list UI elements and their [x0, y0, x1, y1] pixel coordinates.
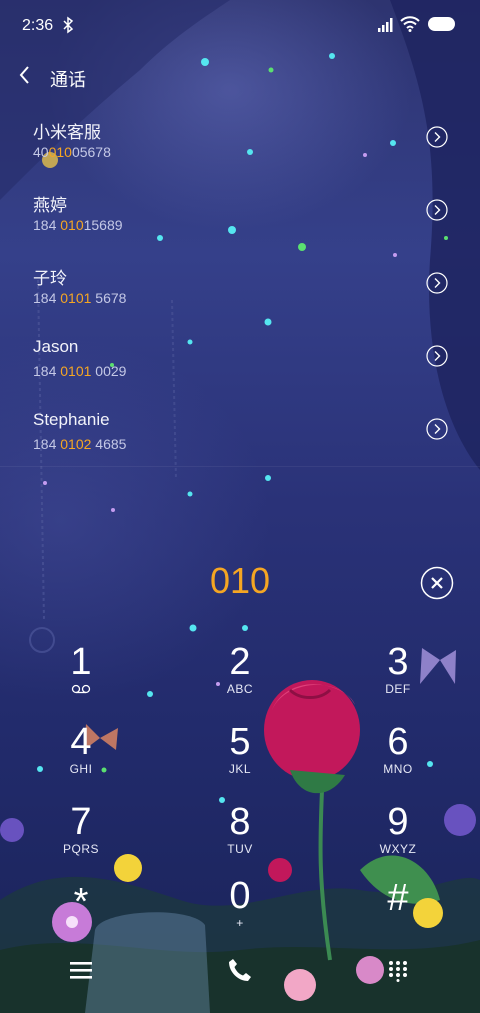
key-9[interactable]: 9 WXYZ — [343, 802, 453, 872]
key-digit: 7 — [70, 801, 92, 843]
chevron-right-circle-icon[interactable] — [426, 126, 448, 148]
key-2[interactable]: 2 ABC — [185, 642, 295, 712]
list-item[interactable]: 燕婷 184 01015689 — [0, 177, 480, 247]
key-digit: 9 — [387, 801, 409, 843]
contact-number: 4001005678 — [33, 144, 111, 160]
bluetooth-icon — [63, 16, 74, 34]
contact-number: 184 0101 0029 — [33, 363, 127, 379]
key-digit: 6 — [387, 721, 409, 763]
key-digit: 8 — [229, 801, 251, 843]
contact-number: 184 0102 4685 — [33, 436, 127, 452]
key-letters: MNO — [383, 762, 413, 776]
key-4[interactable]: 4 GHI — [26, 722, 136, 792]
key-hash[interactable]: # — [343, 878, 453, 948]
contact-name: 子玲 — [33, 269, 67, 288]
list-divider — [0, 466, 480, 467]
chevron-right-circle-icon[interactable] — [426, 418, 448, 440]
key-letters: DEF — [385, 682, 411, 696]
key-letters: + — [236, 916, 244, 930]
phone-icon[interactable] — [226, 956, 254, 984]
key-digit: 3 — [387, 641, 409, 683]
list-item[interactable]: Jason 184 0101 0029 — [0, 323, 480, 393]
contact-name: Stephanie — [33, 410, 110, 429]
back-arrow-icon[interactable] — [16, 64, 34, 86]
key-digit: 4 — [70, 721, 92, 763]
chevron-right-circle-icon[interactable] — [426, 199, 448, 221]
key-6[interactable]: 6 MNO — [343, 722, 453, 792]
chevron-right-circle-icon[interactable] — [426, 272, 448, 294]
contact-name: 小米客服 — [33, 123, 101, 142]
key-0[interactable]: 0 + — [185, 876, 295, 946]
key-digit: 1 — [70, 641, 92, 683]
key-8[interactable]: 8 TUV — [185, 802, 295, 872]
dial-input[interactable]: 010 — [140, 560, 340, 602]
key-digit: 0 — [229, 875, 251, 917]
chevron-right-circle-icon[interactable] — [426, 345, 448, 367]
key-digit: * — [73, 881, 89, 923]
wifi-icon — [400, 16, 420, 32]
key-digit: # — [387, 877, 409, 919]
list-item[interactable]: 小米客服 4001005678 — [0, 104, 480, 174]
key-letters: GHI — [69, 762, 93, 776]
status-time: 2:36 — [22, 17, 54, 34]
key-letters: ABC — [226, 682, 254, 696]
key-letters: PQRS — [62, 842, 99, 856]
key-1[interactable]: 1 — [26, 642, 136, 712]
clear-circle-icon[interactable] — [420, 566, 454, 600]
battery-icon — [428, 17, 455, 31]
key-letters: TUV — [227, 842, 253, 856]
contact-name: Jason — [33, 337, 79, 356]
key-digit: 5 — [229, 721, 251, 763]
list-item[interactable]: 子玲 184 0101 5678 — [0, 250, 480, 320]
key-star[interactable]: * — [26, 882, 136, 952]
key-3[interactable]: 3 DEF — [343, 642, 453, 712]
header: 通话 — [0, 54, 480, 98]
menu-icon[interactable] — [70, 960, 92, 980]
key-letters: WXYZ — [379, 842, 417, 856]
contact-number: 184 0101 5678 — [33, 290, 127, 306]
contact-number: 184 01015689 — [33, 217, 123, 233]
key-digit: 2 — [229, 641, 251, 683]
voicemail-icon — [71, 684, 91, 694]
key-5[interactable]: 5 JKL — [185, 722, 295, 792]
page-title: 通话 — [50, 70, 86, 90]
contact-name: 燕婷 — [33, 196, 67, 215]
status-bar: 2:36 — [0, 0, 480, 50]
signal-icon — [378, 18, 393, 32]
key-7[interactable]: 7 PQRS — [26, 802, 136, 872]
key-letters: JKL — [228, 762, 252, 776]
keypad-grid-icon[interactable] — [388, 960, 408, 982]
list-item[interactable]: Stephanie 184 0102 4685 — [0, 396, 480, 466]
